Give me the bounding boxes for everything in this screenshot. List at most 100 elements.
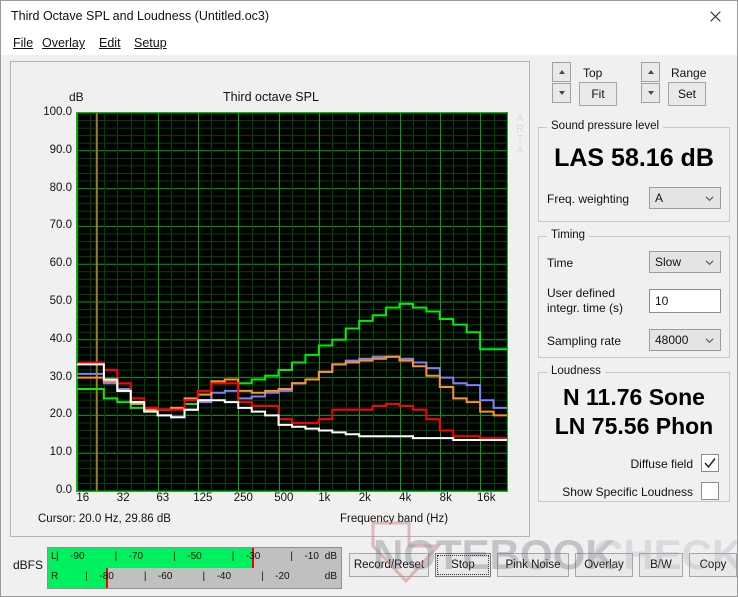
freq-weighting-select[interactable]: A (649, 187, 721, 209)
close-icon[interactable] (693, 1, 737, 32)
action-button-label: Copy (699, 559, 727, 571)
range-set-button[interactable]: Set (668, 82, 706, 106)
level-meter-right: R -80 | -60 | -40 | -20 | dB (48, 568, 341, 588)
action-button-copy[interactable]: Copy (689, 553, 737, 577)
top-fit-button[interactable]: Fit (579, 82, 617, 106)
sound-pressure-level-group: Sound pressure level LAS 58.16 dB Freq. … (538, 120, 730, 222)
x-tick-label: 1k (318, 492, 331, 504)
x-tick-label: 32 (116, 492, 130, 504)
chevron-down-icon (705, 196, 714, 202)
specific-loudness-label: Show Specific Loudness (562, 485, 693, 499)
range-spinner-up-button[interactable] (641, 62, 660, 82)
chevron-down-icon (705, 338, 714, 344)
loudness-group-legend: Loudness (547, 365, 605, 377)
meter-tick-mark: | (261, 571, 264, 582)
loudness-phon-value: LN 75.56 Phon (554, 413, 714, 439)
y-tick-label: 40.0 (49, 332, 72, 345)
scale-controls-row: Top Fit Range Set (538, 61, 730, 107)
meter-tick-label: -30 (245, 551, 261, 562)
y-tick-label: 20.0 (49, 408, 72, 421)
action-button-stop[interactable]: Stop (435, 553, 491, 577)
integration-time-row: User defined integr. time (s) 10 (547, 286, 721, 319)
meter-tick-mark: | (202, 571, 206, 582)
freq-weighting-label: Freq. weighting (547, 192, 630, 206)
arta-watermark-label: A R T A (513, 113, 527, 156)
action-button-label: Stop (451, 559, 475, 571)
chevron-up-icon (647, 70, 654, 74)
x-tick-label: 16 (76, 492, 90, 504)
range-spinner-down-button[interactable] (641, 83, 660, 103)
application-window: Third Octave SPL and Loudness (Untitled.… (0, 0, 738, 597)
x-tick-label: 2k (358, 492, 371, 504)
meter-tick-label: -20 (275, 571, 290, 582)
spl-plot-svg (77, 113, 507, 491)
integration-time-input[interactable]: 10 (649, 289, 721, 313)
menu-label-overlay: Overlay (42, 36, 86, 50)
arta-letter-a: A (516, 113, 524, 124)
x-tick-label: 16k (476, 492, 496, 504)
plot-gridlines (77, 113, 507, 491)
top-label: Top (583, 66, 603, 80)
meter-tick-mark: | (85, 571, 88, 582)
level-meter-left: L -90 | -70 | -50 | -30 | -10 | dB (48, 548, 341, 568)
chevron-down-icon (647, 91, 654, 95)
top-spinner-up-button[interactable] (552, 62, 571, 82)
menu-divider (1, 54, 737, 55)
menu-item-file[interactable]: File (9, 35, 37, 51)
checkmark-icon (704, 458, 716, 469)
arta-letter-t: T (516, 134, 524, 145)
menu-item-overlay[interactable]: Overlay (38, 35, 89, 51)
meter-tick-label: -10 (304, 551, 319, 562)
action-button-label: Pink Noise (505, 559, 561, 571)
time-select[interactable]: Slow (649, 251, 721, 273)
menu-bar: File Overlay Edit Setup (1, 32, 737, 54)
chevron-down-icon (705, 260, 714, 266)
integration-time-label-line2: integr. time (s) (547, 301, 624, 315)
action-button-record-reset[interactable]: Record/Reset (349, 553, 429, 577)
meter-tick-label: -50 (187, 551, 202, 562)
y-tick-label: 100.0 (43, 106, 72, 118)
loudness-group: Loudness N 11.76 Sone LN 75.56 Phon Diff… (538, 365, 730, 502)
menu-label-file: File (13, 36, 34, 50)
y-axis-ticks: 0.0 10.0 20.0 30.0 40.0 50.0 60.0 70.0 80.0 90.0 1… (16, 106, 72, 496)
spl-group-legend: Sound pressure level (547, 120, 664, 132)
x-axis-ticks: 16 32 63 125 250 500 1k 2k 4k 8k 16k (76, 492, 508, 508)
menu-item-setup[interactable]: Setup (130, 35, 171, 51)
meter-tick-mark: | (143, 571, 147, 582)
sampling-rate-select[interactable]: 48000 (649, 329, 721, 351)
specific-loudness-checkbox[interactable] (701, 482, 719, 500)
top-spinner[interactable] (552, 62, 571, 104)
top-spinner-down-button[interactable] (552, 83, 571, 103)
integration-time-label-line1: User defined (547, 286, 616, 300)
arta-letter-a2: A (516, 144, 524, 156)
specific-loudness-row: Show Specific Loudness (547, 480, 721, 506)
timing-group: Timing Time Slow User defined integr. ti… (538, 229, 730, 358)
y-tick-label: 0.0 (56, 484, 72, 496)
diffuse-field-row: Diffuse field (547, 452, 721, 478)
menu-item-edit[interactable]: Edit (95, 35, 125, 51)
action-button-label: Record/Reset (353, 559, 425, 571)
action-button-pink-noise[interactable]: Pink Noise (497, 553, 569, 577)
diffuse-field-checkbox[interactable] (701, 454, 719, 472)
bottom-bar: dBFS L -90 | -70 | -50 | -30 | -10 | dB R -80 | -60… (1, 544, 737, 596)
menu-label-setup: Setup (134, 36, 167, 50)
x-tick-label: 250 (233, 492, 253, 504)
freq-weighting-value: A (655, 191, 664, 205)
y-tick-label: 60.0 (49, 257, 72, 270)
action-button-b-w[interactable]: B/W (639, 553, 683, 577)
meter-tick-label: -70 (128, 551, 144, 562)
y-tick-label: 50.0 (49, 295, 72, 307)
right-control-column: Top Fit Range Set Sound pressure level L… (538, 61, 730, 502)
range-spinner[interactable] (641, 62, 660, 104)
chevron-up-icon (558, 70, 565, 74)
action-button-overlay[interactable]: Overlay (575, 553, 633, 577)
level-meters: L -90 | -70 | -50 | -30 | -10 | dB R -80 | -60 | -40 |… (47, 547, 342, 589)
time-label: Time (547, 256, 574, 270)
spl-value: LAS 58.16 dB (554, 144, 714, 172)
loudness-sone-value: N 11.76 Sone (563, 384, 705, 410)
x-tick-label: 8k (439, 492, 452, 504)
meter-tick-label: -80 (99, 571, 114, 582)
meter-tick-label: -90 (70, 551, 85, 562)
sampling-rate-value: 48000 (655, 333, 689, 347)
spl-plot[interactable] (76, 112, 508, 492)
